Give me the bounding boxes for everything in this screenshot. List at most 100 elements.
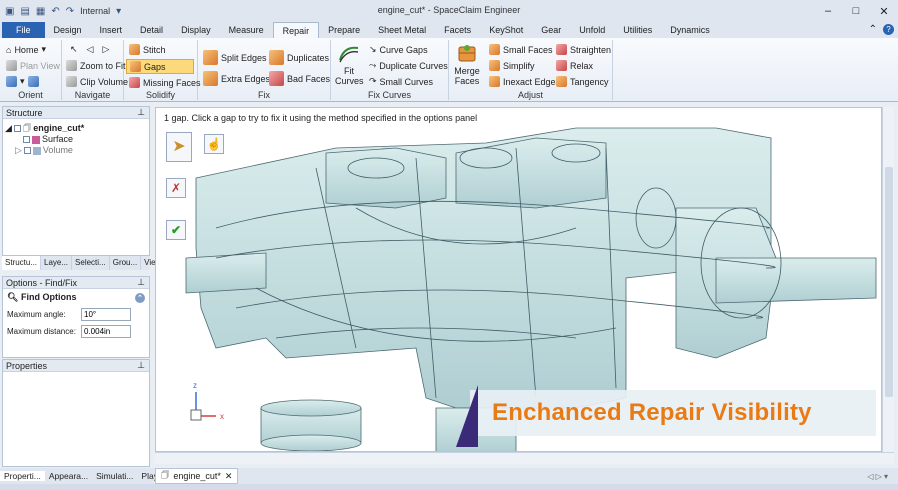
missing-faces-button[interactable]: Missing Faces [129, 77, 201, 88]
cursor-arrow-icon: ➤ [172, 138, 186, 155]
duplicates-button[interactable]: Duplicates [269, 50, 329, 65]
group-navigate: ↖ ◁ ▷ Zoom to Fit Clip Volume Navigate [62, 40, 128, 100]
expand-icon[interactable]: ▷ [15, 145, 22, 156]
collapse-ribbon-icon[interactable]: ⌃ [869, 24, 877, 35]
maximize-button[interactable]: □ [842, 0, 870, 22]
split-edges-icon [203, 50, 218, 65]
relax-button[interactable]: Relax [556, 60, 593, 71]
tab-utilities[interactable]: Utilities [614, 22, 661, 38]
duplicates-icon [269, 50, 284, 65]
tree-root[interactable]: ◢ 🗇 engine_cut* [5, 123, 147, 134]
tab-selection[interactable]: Selecti... [72, 256, 110, 270]
plan-view-button[interactable]: Plan View [6, 60, 60, 71]
root-checkbox[interactable] [13, 125, 21, 132]
tab-insert[interactable]: Insert [91, 22, 132, 38]
zoom-to-fit-button[interactable]: Zoom to Fit [66, 60, 126, 71]
tab-simulation[interactable]: Simulati... [92, 471, 137, 481]
back-icon[interactable]: ◁ [87, 44, 94, 55]
app-icon[interactable]: ▣ [5, 6, 14, 17]
tab-file[interactable]: File [2, 22, 45, 38]
tab-display[interactable]: Display [172, 22, 220, 38]
tab-facets[interactable]: Facets [435, 22, 480, 38]
home-button[interactable]: ⌂ Home ▾ [6, 44, 46, 55]
pin-icon[interactable]: ⊥ [137, 277, 145, 288]
tab-design[interactable]: Design [45, 22, 91, 38]
relax-icon [556, 60, 567, 71]
tab-unfold[interactable]: Unfold [570, 22, 614, 38]
tab-dynamics[interactable]: Dynamics [661, 22, 719, 38]
select-arrow-icon[interactable]: ↖ [70, 44, 78, 55]
tree-item-surface[interactable]: Surface [5, 134, 147, 145]
tab-sheet-metal[interactable]: Sheet Metal [369, 22, 435, 38]
navigate-arrows: ↖ ◁ ▷ [70, 44, 109, 55]
help-icon[interactable]: ? [883, 24, 894, 35]
max-distance-label: Maximum distance: [7, 327, 76, 336]
group-name: Navigate [74, 90, 111, 100]
small-curves-button[interactable]: ↷ Small Curves [369, 76, 433, 87]
select-region-tool[interactable]: ☝ [204, 134, 224, 154]
banner-text: Enchanced Repair Visibility [492, 399, 812, 426]
max-angle-input[interactable] [81, 308, 131, 321]
tab-scroll-arrows[interactable]: ◁ ▷ ▾ [863, 472, 892, 481]
tab-detail[interactable]: Detail [131, 22, 172, 38]
small-faces-button[interactable]: Small Faces [489, 44, 553, 55]
quick-access-label[interactable]: Internal [80, 6, 110, 16]
collapse-icon[interactable]: ◢ [5, 123, 12, 134]
tab-structure[interactable]: Structu... [2, 256, 42, 270]
tangency-button[interactable]: Tangency [556, 76, 609, 87]
save-icon[interactable]: ▦ [36, 6, 45, 17]
bad-faces-button[interactable]: Bad Faces [269, 71, 330, 86]
close-button[interactable]: ✕ [870, 0, 898, 22]
pin-icon[interactable]: ⊥ [137, 360, 145, 371]
inexact-edges-button[interactable]: Inexact Edges [489, 76, 560, 87]
tab-measure[interactable]: Measure [220, 22, 273, 38]
merge-faces-button[interactable]: Merge Faces [451, 44, 483, 86]
pin-icon[interactable]: ⊥ [137, 107, 145, 118]
graphics-viewport[interactable]: 1 gap. Click a gap to try to fix it usin… [155, 107, 882, 452]
extra-edges-button[interactable]: Extra Edges [203, 71, 270, 86]
max-angle-label: Maximum angle: [7, 310, 66, 319]
undo-icon[interactable]: ↶ [51, 6, 59, 17]
clip-volume-button[interactable]: Clip Volume [66, 76, 128, 87]
tab-gear[interactable]: Gear [532, 22, 570, 38]
volume-checkbox[interactable] [23, 147, 31, 154]
minimize-button[interactable]: – [814, 0, 842, 22]
surface-checkbox[interactable] [23, 136, 30, 143]
gaps-button[interactable]: Gaps [126, 59, 194, 74]
find-options-section[interactable]: 🔍︎ Find Options ⌃ [3, 289, 149, 306]
scroll-thumb[interactable] [885, 167, 893, 397]
bad-faces-icon [269, 71, 284, 86]
tab-properties[interactable]: Properti... [0, 471, 45, 481]
options-header: Options - Find/Fix ⊥ [3, 277, 149, 289]
tab-groups[interactable]: Grou... [110, 256, 142, 270]
surface-icon [32, 135, 40, 144]
tab-keyshot[interactable]: KeyShot [480, 22, 532, 38]
select-gaps-tool[interactable]: ➤ [166, 132, 192, 162]
tab-layers[interactable]: Laye... [41, 256, 73, 270]
tab-repair[interactable]: Repair [272, 22, 320, 38]
close-tab-icon[interactable]: ✕ [225, 471, 233, 482]
straighten-button[interactable]: Straighten [556, 44, 611, 55]
curve-gaps-button[interactable]: ↘ Curve Gaps [369, 44, 428, 55]
forward-icon[interactable]: ▷ [102, 44, 109, 55]
tab-prepare[interactable]: Prepare [319, 22, 369, 38]
fit-curves-button[interactable]: Fit Curves [335, 44, 364, 86]
document-tab[interactable]: 🗇 engine_cut* ✕ [155, 468, 239, 484]
vertical-scrollbar[interactable] [882, 107, 894, 452]
simplify-button[interactable]: Simplify [489, 60, 535, 71]
complete-tool[interactable]: ✔ [166, 220, 186, 240]
redo-icon[interactable]: ↷ [66, 6, 74, 17]
split-edges-button[interactable]: Split Edges [203, 50, 267, 65]
tab-appearance[interactable]: Appeara... [45, 471, 92, 481]
tree-item-volume[interactable]: ▷ Volume [5, 145, 147, 156]
duplicate-curves-button[interactable]: ⤳ Duplicate Curves [369, 60, 448, 71]
max-distance-input[interactable] [81, 325, 131, 338]
collapse-section-icon[interactable]: ⌃ [135, 292, 145, 303]
horizontal-scrollbar[interactable] [155, 452, 894, 464]
view-options-button[interactable]: ▾ [6, 76, 39, 87]
stitch-button[interactable]: Stitch [129, 44, 166, 55]
part-icon: 🗇 [22, 123, 32, 133]
dropdown-icon[interactable]: ▾ [116, 6, 121, 17]
open-icon[interactable]: ▤ [20, 6, 29, 17]
exclude-tool[interactable]: ✗ [166, 178, 186, 198]
